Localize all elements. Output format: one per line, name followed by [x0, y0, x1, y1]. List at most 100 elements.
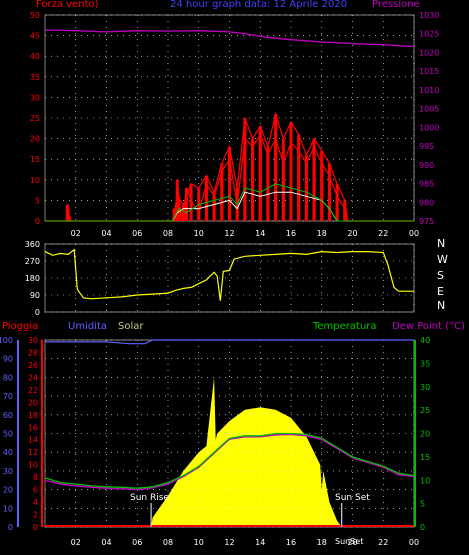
- solar-tick-label: 26: [28, 361, 38, 370]
- weather-graph: 0510152025303540455097598098599099510001…: [0, 11, 439, 547]
- wind-tick-label: 0: [35, 217, 40, 226]
- time-tick-label: 08: [163, 229, 173, 238]
- temperature-tick-label: 35: [420, 359, 430, 368]
- dir-letter-n-bottom: N: [437, 299, 446, 312]
- temperature-tick-label: 15: [420, 453, 430, 462]
- solar-tick-label: 10: [28, 461, 38, 470]
- temperature-tick-label: 0: [420, 523, 425, 532]
- humidity-tick-label: 50: [3, 430, 13, 439]
- time-tick-label: 16: [286, 229, 296, 238]
- pressure-tick-label: 1030: [419, 11, 439, 20]
- dir-letter-e: E: [437, 285, 444, 298]
- humidity-tick-label: 70: [3, 392, 13, 401]
- solar-tick-label: 4: [33, 498, 38, 507]
- time-tick-label-bottom: 02: [71, 538, 81, 547]
- temperature-tick-label: 30: [420, 383, 430, 392]
- direction-tick-label: 360: [25, 240, 40, 249]
- pressure-tick-label: 1020: [419, 48, 439, 57]
- sunrise-label: Sun Rise: [130, 493, 169, 503]
- dir-letter-w: W: [437, 253, 448, 266]
- humidity-axis-title: Umidita: [68, 321, 108, 332]
- solar-tick-label: 28: [28, 348, 38, 357]
- solar-tick-label: 22: [28, 386, 38, 395]
- humidity-tick-label: 100: [0, 336, 13, 345]
- temperature-tick-label: 25: [420, 406, 430, 415]
- time-tick-label: 10: [194, 229, 204, 238]
- solar-tick-label: 0: [33, 523, 38, 532]
- pressure-tick-label: 1015: [419, 67, 439, 76]
- temperature-axis-title: Temperatura: [313, 321, 377, 332]
- direction-tick-label: 0: [35, 308, 40, 317]
- time-tick-label: 12: [224, 229, 234, 238]
- humidity-tick-label: 20: [3, 486, 13, 495]
- pressure-tick-label: 1000: [419, 123, 439, 132]
- solar-tick-label: 2: [33, 511, 38, 520]
- pressure-tick-label: 1010: [419, 86, 439, 95]
- wind-tick-label: 35: [30, 73, 40, 82]
- temperature-tick-label: 10: [420, 476, 430, 485]
- time-tick-label: 02: [71, 229, 81, 238]
- dir-letter-s: S: [437, 269, 444, 282]
- wind-tick-label: 30: [30, 93, 40, 102]
- time-tick-label-bottom: 18: [317, 538, 327, 547]
- humidity-tick-label: 30: [3, 467, 13, 476]
- pressure-tick-label: 995: [419, 142, 434, 151]
- direction-tick-label: 180: [25, 274, 40, 283]
- chart-title: 24 hour graph data: 12 Aprile 2020: [170, 0, 348, 10]
- solar-area: [45, 377, 414, 527]
- time-tick-label: 18: [317, 229, 327, 238]
- solar-tick-label: 24: [28, 373, 38, 382]
- solar-tick-label: 14: [28, 436, 38, 445]
- wind-tick-label: 20: [30, 135, 40, 144]
- time-tick-label-bottom: 04: [101, 538, 111, 547]
- wind-tick-label: 15: [30, 155, 40, 164]
- time-tick-label-bottom: 08: [163, 538, 173, 547]
- solar-tick-label: 8: [33, 473, 38, 482]
- dir-letter-n-top: N: [437, 237, 446, 250]
- direction-tick-label: 90: [30, 291, 40, 300]
- time-tick-label-bottom: 22: [378, 538, 388, 547]
- solar-axis-title: Solar: [118, 321, 144, 332]
- solar-tick-label: 12: [28, 448, 38, 457]
- time-tick-label: 14: [255, 229, 265, 238]
- wind-tick-label: 5: [35, 196, 40, 205]
- solar-tick-label: 20: [28, 398, 38, 407]
- humidity-tick-label: 80: [3, 373, 13, 382]
- time-tick-label-bottom: 06: [132, 538, 142, 547]
- wind-tick-label: 10: [30, 176, 40, 185]
- pressure-line: [44, 29, 415, 48]
- time-tick-label: 22: [378, 229, 388, 238]
- time-tick-label-bottom: 10: [194, 538, 204, 547]
- time-tick-label-bottom: 00: [409, 538, 419, 547]
- time-tick-label: 06: [132, 229, 142, 238]
- solar-tick-label: 30: [28, 336, 38, 345]
- solar-tick-label: 16: [28, 423, 38, 432]
- panel-direction-frame: [44, 243, 415, 313]
- time-tick-label: 00: [409, 229, 419, 238]
- wind-tick-label: 40: [30, 52, 40, 61]
- wind-direction-line: [44, 248, 414, 301]
- wind-tick-label: 50: [30, 11, 40, 20]
- pressure-tick-label: 980: [419, 198, 434, 207]
- humidity-tick-label: 60: [3, 411, 13, 420]
- pressure-tick-label: 975: [419, 217, 434, 226]
- wind-series-2: [175, 113, 347, 221]
- time-tick-label-bottom: 14: [255, 538, 265, 547]
- rain-axis-title: Pioggia: [2, 321, 39, 332]
- temperature-tick-label: 40: [420, 336, 430, 345]
- wind-tick-label: 25: [30, 114, 40, 123]
- humidity-tick-label: 10: [3, 504, 13, 513]
- wind-axis-title: Forza vento): [36, 0, 99, 10]
- humidity-tick-label: 40: [3, 448, 13, 457]
- direction-tick-label: 270: [25, 257, 40, 266]
- time-tick-label: 04: [101, 229, 111, 238]
- time-tick-label-bottom: 16: [286, 538, 296, 547]
- panel-direction-grid: [45, 243, 415, 313]
- sunset-bottom-label: SunSet: [335, 537, 364, 546]
- humidity-line: [45, 339, 414, 345]
- sunset-label: Sun Set: [335, 493, 370, 503]
- dewpoint-axis-title: Dew Point (°C): [392, 321, 466, 332]
- wind-tick-label: 45: [30, 32, 40, 41]
- pressure-tick-label: 985: [419, 180, 434, 189]
- solar-tick-label: 6: [33, 486, 38, 495]
